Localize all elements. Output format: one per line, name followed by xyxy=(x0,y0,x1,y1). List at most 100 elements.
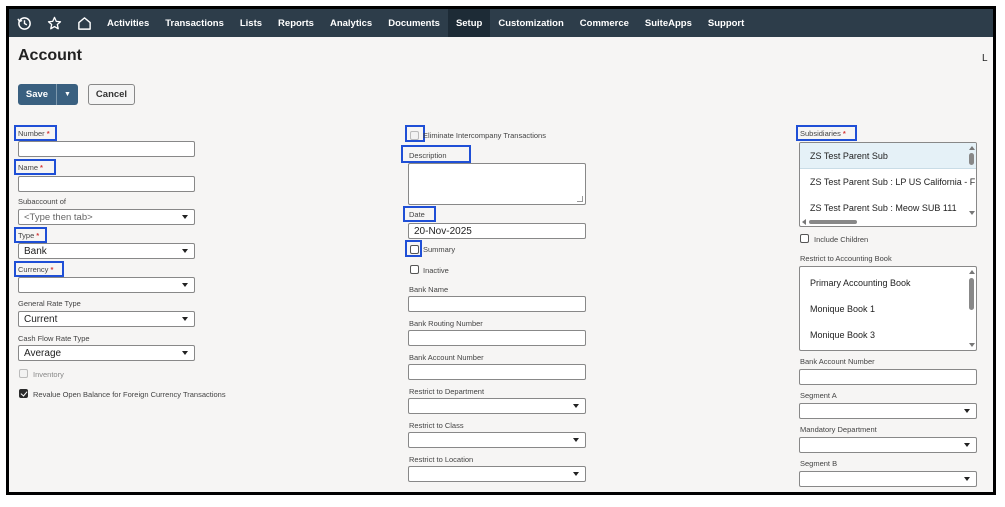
nav-customization[interactable]: Customization xyxy=(490,9,571,37)
segment-b-select[interactable] xyxy=(799,471,977,487)
subsidiary-option[interactable]: ZS Test Parent Sub : LP US California - … xyxy=(800,169,976,195)
chevron-down-icon xyxy=(182,249,188,253)
history-icon[interactable] xyxy=(9,9,39,37)
chevron-down-icon xyxy=(182,283,188,287)
type-select[interactable]: Bank xyxy=(18,243,195,259)
restrict-department-select[interactable] xyxy=(408,398,586,414)
scroll-up-icon[interactable] xyxy=(969,146,975,150)
scroll-left-icon[interactable] xyxy=(802,219,806,225)
segment-a-label: Segment A xyxy=(800,391,837,400)
name-input[interactable] xyxy=(18,176,195,192)
general-rate-type-label: General Rate Type xyxy=(18,299,81,308)
revalue-checkbox[interactable] xyxy=(19,389,28,398)
general-rate-type-select[interactable]: Current xyxy=(18,311,195,327)
description-label-highlight xyxy=(401,145,471,163)
currency-label-highlight xyxy=(14,261,64,277)
segment-a-select[interactable] xyxy=(799,403,977,419)
restrict-class-select[interactable] xyxy=(408,432,586,448)
restrict-department-label: Restrict to Department xyxy=(409,387,485,396)
bank-routing-input[interactable] xyxy=(408,330,586,346)
hscroll-thumb[interactable] xyxy=(809,220,857,224)
chevron-down-icon xyxy=(182,215,188,219)
nav-commerce[interactable]: Commerce xyxy=(572,9,637,37)
date-input[interactable]: 20-Nov-2025 xyxy=(408,223,586,239)
accounting-book-scrollbar[interactable] xyxy=(967,267,976,350)
cash-flow-rate-type-label: Cash Flow Rate Type xyxy=(18,334,90,343)
chevron-down-icon xyxy=(182,351,188,355)
right-bank-account-label: Bank Account Number xyxy=(800,357,875,366)
restrict-class-label: Restrict to Class xyxy=(409,421,464,430)
scroll-up-icon[interactable] xyxy=(969,270,975,274)
eliminate-checkbox-highlight xyxy=(405,125,425,142)
nav-transactions[interactable]: Transactions xyxy=(157,9,232,37)
subaccount-placeholder: <Type then tab> xyxy=(24,211,93,223)
chevron-down-icon xyxy=(573,438,579,442)
cash-flow-rate-type-select[interactable]: Average xyxy=(18,345,195,361)
subsidiaries-listbox[interactable]: ZS Test Parent Sub ZS Test Parent Sub : … xyxy=(799,142,977,227)
nav-documents[interactable]: Documents xyxy=(380,9,448,37)
accounting-book-option[interactable]: Primary Accounting Book xyxy=(800,270,976,296)
chevron-down-icon xyxy=(573,472,579,476)
save-button-label[interactable]: Save xyxy=(18,84,57,105)
chevron-down-icon xyxy=(964,409,970,413)
date-label-highlight xyxy=(403,206,436,222)
scroll-thumb[interactable] xyxy=(969,278,974,310)
scroll-down-icon[interactable] xyxy=(969,343,975,347)
include-children-checkbox[interactable] xyxy=(800,234,809,243)
accounting-book-option[interactable]: Monique Book 3 xyxy=(800,322,976,348)
number-input[interactable] xyxy=(18,141,195,157)
subsidiaries-label-highlight xyxy=(796,125,857,141)
scroll-down-icon[interactable] xyxy=(969,211,975,215)
save-button[interactable]: Save ▼ xyxy=(18,84,78,105)
subaccount-label: Subaccount of xyxy=(18,197,66,206)
accounting-book-listbox[interactable]: Primary Accounting Book Monique Book 1 M… xyxy=(799,266,977,351)
app-window: Activities Transactions Lists Reports An… xyxy=(6,6,996,495)
subsidiaries-hscrollbar[interactable] xyxy=(800,218,976,226)
general-rate-type-value: Current xyxy=(24,313,58,325)
currency-select[interactable] xyxy=(18,277,195,293)
subaccount-select[interactable]: <Type then tab> xyxy=(18,209,195,225)
inactive-checkbox[interactable] xyxy=(410,265,419,274)
bank-account-label: Bank Account Number xyxy=(409,353,484,362)
subsidiaries-scrollbar[interactable] xyxy=(967,143,976,226)
type-value: Bank xyxy=(24,245,47,257)
cash-flow-rate-type-value: Average xyxy=(24,347,62,359)
revalue-label: Revalue Open Balance for Foreign Currenc… xyxy=(33,390,226,399)
description-textarea[interactable] xyxy=(408,163,586,205)
eliminate-intercompany-label: Eliminate Intercompany Transactions xyxy=(423,131,546,140)
nav-reports[interactable]: Reports xyxy=(270,9,322,37)
top-nav: Activities Transactions Lists Reports An… xyxy=(9,9,993,37)
accounting-book-label: Restrict to Accounting Book xyxy=(800,254,892,263)
subsidiary-option[interactable]: ZS Test Parent Sub xyxy=(800,143,976,169)
type-label-highlight xyxy=(14,227,47,243)
save-dropdown-icon[interactable]: ▼ xyxy=(57,84,78,105)
nav-analytics[interactable]: Analytics xyxy=(322,9,380,37)
inventory-label: Inventory xyxy=(33,370,64,379)
restrict-location-select[interactable] xyxy=(408,466,586,482)
restrict-location-label: Restrict to Location xyxy=(409,455,474,464)
segment-b-label: Segment B xyxy=(800,459,838,468)
star-icon[interactable] xyxy=(39,9,69,37)
bank-name-label: Bank Name xyxy=(409,285,449,294)
nav-activities[interactable]: Activities xyxy=(99,9,157,37)
nav-setup[interactable]: Setup xyxy=(447,9,491,37)
scroll-thumb[interactable] xyxy=(969,153,974,165)
name-label-highlight xyxy=(14,159,56,175)
inventory-checkbox[interactable] xyxy=(19,369,28,378)
nav-support[interactable]: Support xyxy=(700,9,752,37)
bank-account-input[interactable] xyxy=(408,364,586,380)
cancel-button[interactable]: Cancel xyxy=(88,84,135,105)
corner-letter: L xyxy=(982,53,988,64)
summary-checkbox-highlight xyxy=(405,240,422,257)
nav-lists[interactable]: Lists xyxy=(232,9,270,37)
right-bank-account-input[interactable] xyxy=(799,369,977,385)
mandatory-department-select[interactable] xyxy=(799,437,977,453)
nav-suiteapps[interactable]: SuiteApps xyxy=(637,9,700,37)
chevron-down-icon xyxy=(573,404,579,408)
bank-name-input[interactable] xyxy=(408,296,586,312)
chevron-down-icon xyxy=(964,477,970,481)
chevron-down-icon xyxy=(182,317,188,321)
home-icon[interactable] xyxy=(69,9,99,37)
accounting-book-option[interactable]: Monique Book 1 xyxy=(800,296,976,322)
summary-label: Summary xyxy=(423,245,456,254)
